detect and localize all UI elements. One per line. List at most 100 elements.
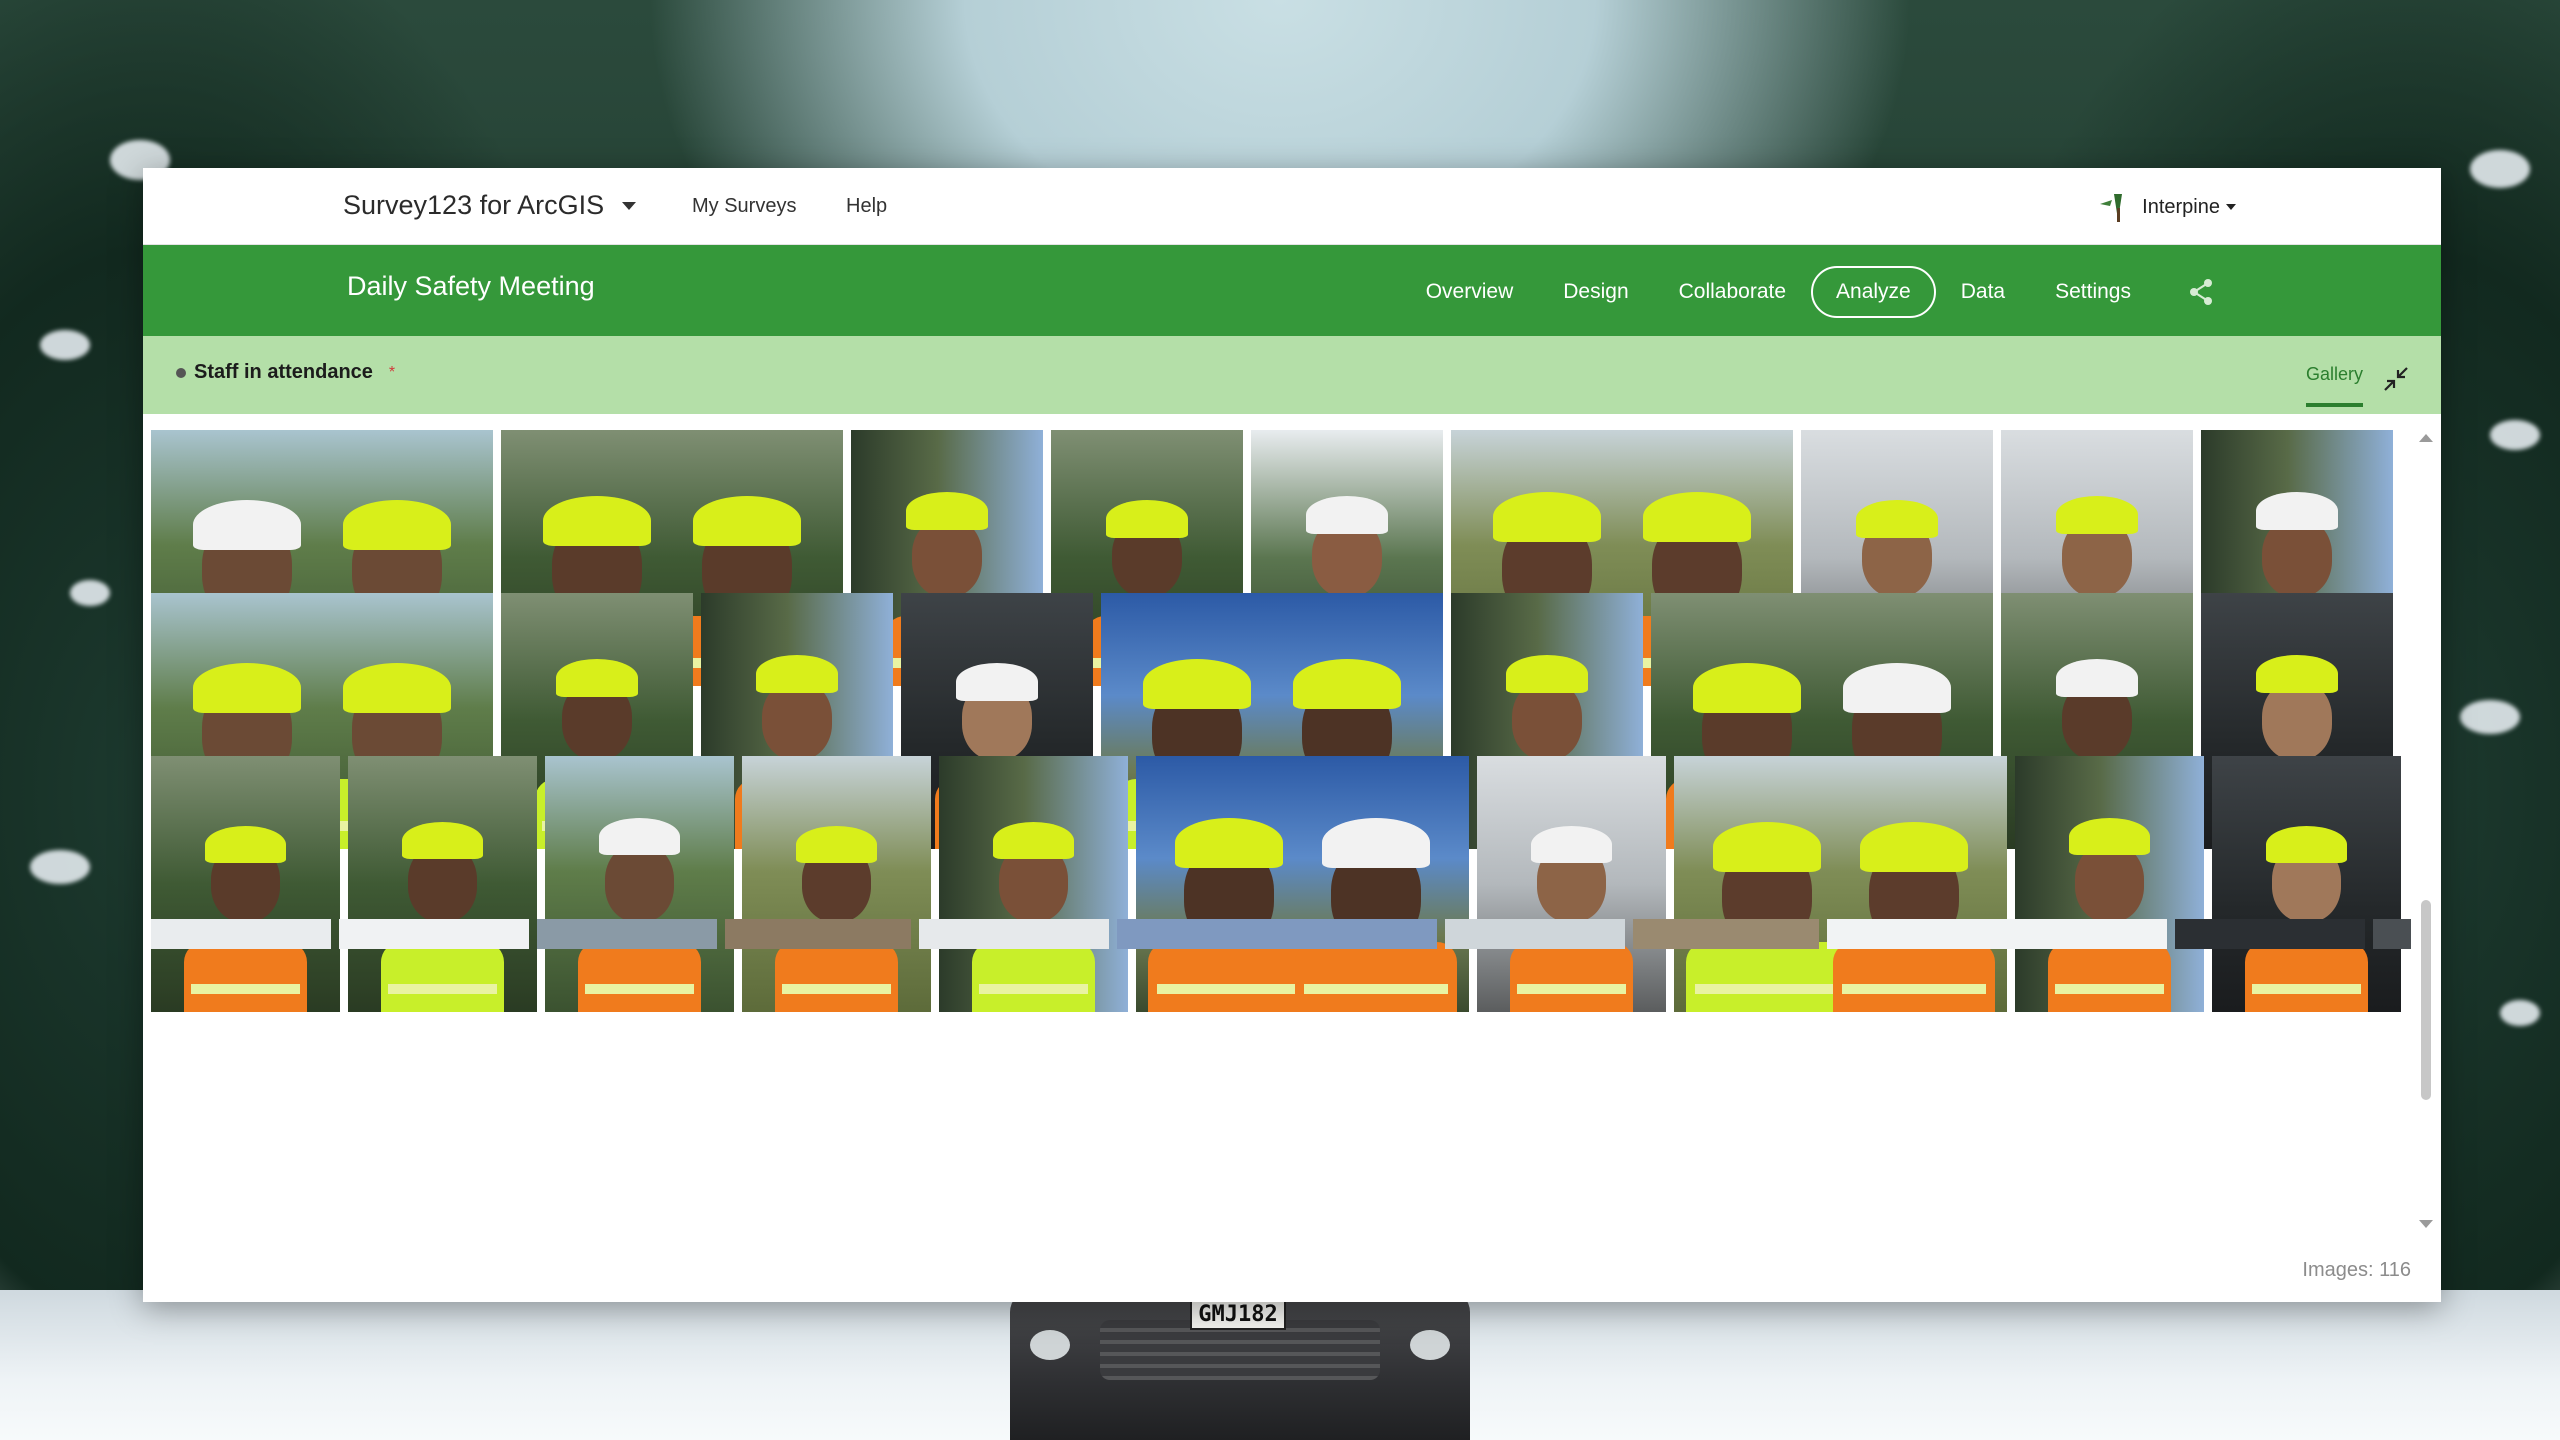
gallery-photo[interactable] [1674,756,2007,1012]
bullet-icon [176,367,186,378]
gallery-photo[interactable] [151,919,331,949]
tree-logo-icon [2100,194,2123,222]
gallery-photo[interactable] [1445,919,1625,949]
gallery-photo[interactable] [725,919,911,949]
tab-overview[interactable]: Overview [1401,266,1539,318]
hard-hat [1859,822,1968,872]
hard-hat [1142,659,1251,709]
snow-patch [2490,420,2540,450]
safety-vest [184,942,307,1012]
collapse-icon[interactable] [2381,364,2411,394]
hard-hat [1530,826,1613,864]
reflective-strip [782,984,891,994]
hard-hat [955,663,1039,702]
gallery-photo[interactable] [1827,919,2167,949]
hard-hat [1843,663,1952,713]
snow-patch [2460,700,2520,734]
tab-analyze[interactable]: Analyze [1811,266,1936,318]
nav-help[interactable]: Help [846,195,887,218]
gallery-photo[interactable] [1633,919,1819,949]
reflective-strip [1695,984,1840,994]
hard-hat [2255,492,2339,531]
reflective-strip [1517,984,1626,994]
hard-hat [401,822,484,860]
required-marker: * [388,363,396,381]
reflective-strip [2055,984,2164,994]
reflective-strip [585,984,694,994]
brand-menu[interactable]: Survey123 for ArcGIS [343,190,637,221]
gallery-photo[interactable] [939,756,1128,1012]
user-menu[interactable]: Interpine [2096,190,2236,224]
hard-hat [2055,659,2139,698]
scrollbar-thumb[interactable] [2421,900,2431,1100]
photo-gallery [151,430,2411,1236]
nav-my-surveys[interactable]: My Surveys [692,195,796,218]
hard-hat [1293,659,1402,709]
gallery-photo[interactable] [2373,919,2411,949]
gallery-photo[interactable] [537,919,717,949]
hard-hat [1643,492,1752,542]
hard-hat [1505,655,1589,694]
reflective-strip [388,984,497,994]
safety-vest [381,942,504,1012]
reflective-strip [191,984,300,994]
gallery-photo[interactable] [545,756,734,1012]
gallery-photo[interactable] [1136,756,1469,1012]
hard-hat [1305,496,1389,535]
share-icon[interactable] [2186,277,2216,307]
hard-hat [992,822,1075,860]
hard-hat [1492,492,1601,542]
gallery-photo[interactable] [151,756,340,1012]
reflective-strip [2252,984,2361,994]
hard-hat [192,500,301,550]
reflective-strip [979,984,1088,994]
hard-hat [1321,818,1430,868]
scroll-up-icon[interactable] [2419,434,2433,442]
scroll-down-icon[interactable] [2419,1220,2433,1228]
license-plate: GMJ182 [1190,1300,1286,1330]
gallery-photo[interactable] [919,919,1109,949]
gallery-photo[interactable] [742,756,931,1012]
hard-hat [1713,822,1822,872]
hard-hat [343,663,452,713]
hard-hat [693,496,802,546]
gallery-photo[interactable] [1477,756,1666,1012]
survey-tabs: Overview Design Collaborate Analyze Data… [1401,266,2216,318]
hard-hat [755,655,839,694]
gallery-photo[interactable] [2212,756,2401,1012]
reflective-strip [1303,984,1448,994]
gallery-row-partial [151,919,2411,949]
gallery-photo[interactable] [1117,919,1437,949]
person-face [2075,844,2144,923]
snow-patch [40,330,90,360]
hard-hat [2055,496,2139,535]
tab-collaborate[interactable]: Collaborate [1654,266,1811,318]
top-nav-bar: Survey123 for ArcGIS My Surveys Help Int… [143,168,2441,245]
gallery-photo[interactable] [2175,919,2365,949]
gallery-scrollbar[interactable] [2417,430,2435,1236]
fog-lamp [1030,1330,1070,1360]
reflective-strip [1157,984,1302,994]
chevron-down-icon [2226,204,2236,210]
user-org-name: Interpine [2142,195,2220,218]
brand-title: Survey123 for ArcGIS [343,190,605,220]
survey-header: Daily Safety Meeting Overview Design Col… [143,245,2441,336]
safety-vest [1148,942,1311,1012]
tab-data[interactable]: Data [1936,266,2030,318]
gallery-photo[interactable] [348,756,537,1012]
gallery-photo[interactable] [339,919,529,949]
hard-hat [542,496,651,546]
tab-design[interactable]: Design [1538,266,1653,318]
tab-gallery[interactable]: Gallery [2305,364,2363,407]
safety-vest [1832,942,1995,1012]
chevron-down-icon [622,201,637,210]
gallery-photo[interactable] [2015,756,2204,1012]
safety-vest [2048,942,2171,1012]
hard-hat [343,500,452,550]
hard-hat [192,663,301,713]
gallery-row [151,756,2401,1012]
hard-hat [555,659,639,698]
hard-hat [598,818,681,856]
tab-settings[interactable]: Settings [2030,266,2156,318]
question-label: Staff in attendance * [176,361,395,384]
